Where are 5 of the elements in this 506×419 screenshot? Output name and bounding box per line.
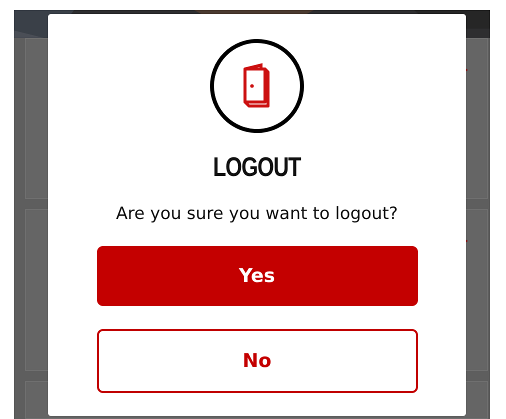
dialog-message: Are you sure you want to logout? (116, 204, 398, 224)
door-icon (209, 38, 305, 134)
dialog-title: LOGOUT (213, 152, 301, 182)
yes-button[interactable]: Yes (96, 246, 418, 306)
no-button[interactable]: No (96, 329, 418, 393)
